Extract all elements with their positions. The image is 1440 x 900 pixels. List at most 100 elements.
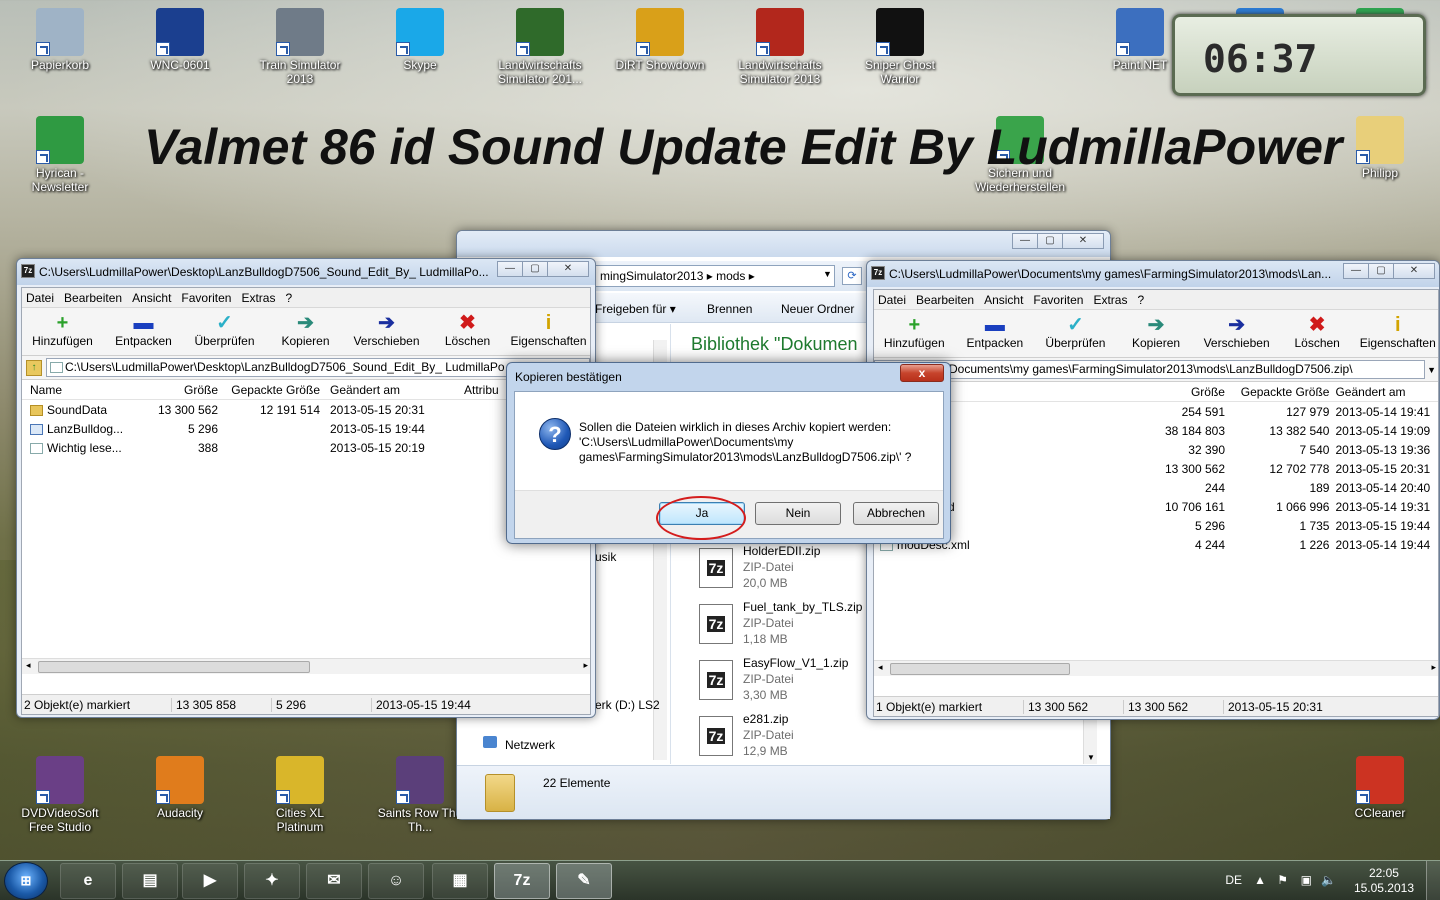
close-button[interactable]: ✕ [547, 261, 589, 277]
desktop-shortcut[interactable]: Train Simulator 2013 [254, 8, 346, 86]
extract-button[interactable]: ▬ Entpacken [955, 314, 1036, 357]
close-button[interactable]: ✕ [1062, 233, 1104, 249]
action-center-icon[interactable]: ⚑ [1277, 873, 1288, 887]
dialog-close-button[interactable]: x [900, 364, 944, 382]
desktop-shortcut[interactable]: DVDVideoSoft Free Studio [14, 756, 106, 834]
maximize-button[interactable]: ▢ [1037, 233, 1063, 249]
taskbar-button[interactable]: ▶ [182, 863, 238, 899]
refresh-button[interactable]: ⟳ [842, 267, 862, 285]
taskbar-button[interactable]: ✎ [556, 863, 612, 899]
clock-gadget[interactable]: 06:37 [1172, 14, 1426, 96]
taskbar-button[interactable]: ▦ [432, 863, 488, 899]
menu-item[interactable]: ? [1137, 293, 1144, 307]
menu-item[interactable]: Bearbeiten [64, 291, 122, 305]
table-row[interactable]: 32 390 7 540 2013-05-13 19:36 [874, 440, 1438, 459]
close-button[interactable]: ✕ [1393, 263, 1435, 279]
add-button[interactable]: + Hinzufügen [874, 314, 955, 357]
desktop-shortcut[interactable]: Audacity [134, 756, 226, 820]
desktop-shortcut[interactable]: WNC-0601 [134, 8, 226, 72]
taskbar-button[interactable]: ▤ [122, 863, 178, 899]
menu-item[interactable]: Ansicht [984, 293, 1023, 307]
share-with-button[interactable]: Freigeben für ▾ [595, 302, 676, 316]
horizontal-scrollbar[interactable]: ◂ ▸ [874, 660, 1438, 676]
burn-button[interactable]: Brennen [707, 302, 752, 316]
properties-button[interactable]: i Eigenschaften [1357, 314, 1438, 357]
column-modified[interactable]: Geändert am [1329, 385, 1438, 399]
column-name[interactable]: Name [22, 383, 140, 397]
breadcrumb-dropdown-button[interactable]: ▼ [823, 269, 832, 279]
table-row[interactable]: ta254 591127 9792013-05-14 19:41 [874, 402, 1438, 421]
nav-item-music[interactable]: usik [595, 550, 616, 564]
maximize-button[interactable]: ▢ [522, 261, 548, 277]
address-field[interactable]: mmillaPower\Documents\my games\FarmingSi… [874, 360, 1426, 379]
delete-button[interactable]: ✖ Löschen [1277, 314, 1358, 357]
table-row[interactable]: dogD7506.i3d10 706 1611 066 9962013-05-1… [874, 497, 1438, 516]
taskbar-button[interactable]: ✦ [244, 863, 300, 899]
volume-icon[interactable]: 🔈 [1321, 873, 1336, 887]
menu-item[interactable]: Ansicht [132, 291, 171, 305]
column-packed[interactable]: Gepackte Größe [218, 383, 320, 397]
start-button[interactable]: ⊞ [4, 862, 48, 900]
explorer-breadcrumb[interactable]: mingSimulator2013 ▸ mods ▸ [595, 265, 835, 287]
delete-button[interactable]: ✖ Löschen [427, 312, 508, 355]
desktop-shortcut[interactable]: Sniper Ghost Warrior [854, 8, 946, 86]
taskbar-clock[interactable]: 22:05 15.05.2013 [1354, 866, 1414, 896]
desktop-shortcut[interactable]: CCleaner [1334, 756, 1426, 820]
menu-item[interactable]: Favoriten [1033, 293, 1083, 307]
add-button[interactable]: + Hinzufügen [22, 312, 103, 355]
desktop-shortcut[interactable]: Skype [374, 8, 466, 72]
minimize-button[interactable]: — [497, 261, 523, 277]
new-folder-button[interactable]: Neuer Ordner [781, 302, 854, 316]
menu-item[interactable]: Favoriten [181, 291, 231, 305]
desktop-shortcut[interactable]: Hyrican - Newsletter [14, 116, 106, 194]
horizontal-scrollbar[interactable]: ◂ ▸ [22, 658, 590, 674]
test-button[interactable]: ✓ Überprüfen [184, 312, 265, 355]
desktop-shortcut[interactable]: Landwirtschafts Simulator 201... [494, 8, 586, 86]
minimize-button[interactable]: — [1343, 263, 1369, 279]
column-size[interactable]: Größe [140, 383, 218, 397]
table-row[interactable]: SoundData 13 300 562 12 191 514 2013-05-15 … [22, 400, 590, 419]
table-row[interactable]: a13 300 56212 702 7782013-05-15 20:31 [874, 459, 1438, 478]
table-row[interactable]: a38 184 80313 382 5402013-05-14 19:09 [874, 421, 1438, 440]
desktop-shortcut[interactable]: Philipp [1334, 116, 1426, 180]
properties-button[interactable]: i Eigenschaften [508, 312, 589, 355]
desktop-shortcut[interactable]: Cities XL Platinum [254, 756, 346, 834]
extract-button[interactable]: ▬ Entpacken [103, 312, 184, 355]
menu-item[interactable]: Datei [878, 293, 906, 307]
copy-button[interactable]: ➔ Kopieren [1116, 314, 1197, 357]
move-button[interactable]: ➔ Verschieben [346, 312, 427, 355]
desktop-shortcut[interactable]: Landwirtschafts Simulator 2013 [734, 8, 826, 86]
right-7zip-window[interactable]: 7z C:\Users\LudmillaPower\Documents\my g… [866, 260, 1440, 720]
menu-item[interactable]: Datei [26, 291, 54, 305]
desktop-shortcut[interactable]: Papierkorb [14, 8, 106, 72]
nav-item-network[interactable]: Netzwerk [505, 738, 555, 752]
network-tray-icon[interactable]: ▣ [1301, 873, 1312, 887]
maximize-button[interactable]: ▢ [1368, 263, 1394, 279]
show-desktop-button[interactable] [1426, 861, 1440, 900]
menu-item[interactable]: Extras [241, 291, 275, 305]
column-modified[interactable]: Geändert am [320, 383, 460, 397]
column-packed[interactable]: Gepackte Größe [1225, 385, 1330, 399]
language-indicator[interactable]: DE [1225, 873, 1242, 887]
taskbar-button[interactable]: ☺ [368, 863, 424, 899]
minimize-button[interactable]: — [1012, 233, 1038, 249]
desktop-shortcut[interactable]: Saints Row The Th... [374, 756, 466, 834]
menu-item[interactable]: ? [285, 291, 292, 305]
menu-item[interactable]: Bearbeiten [916, 293, 974, 307]
taskbar-button[interactable]: e [60, 863, 116, 899]
address-dropdown-icon[interactable]: ▼ [1427, 365, 1436, 375]
show-hidden-icons-icon[interactable]: ▲ [1254, 873, 1266, 887]
move-button[interactable]: ➔ Verschieben [1196, 314, 1277, 357]
table-row[interactable]: 244 189 2013-05-14 20:40 [874, 478, 1438, 497]
taskbar-button[interactable]: ✉ [306, 863, 362, 899]
table-row[interactable]: Wichtig lese... 388 2013-05-15 20:19 [22, 438, 590, 457]
table-row[interactable]: ogD7506.xml5 2961 7352013-05-15 19:44 [874, 516, 1438, 535]
table-row[interactable]: modDesc.xml 4 244 1 226 2013-05-14 19:44 [874, 535, 1438, 554]
taskbar-button[interactable]: 7z [494, 863, 550, 899]
menu-item[interactable]: Extras [1093, 293, 1127, 307]
desktop-shortcut[interactable]: DiRT Showdown [614, 8, 706, 72]
column-size[interactable]: Größe [992, 385, 1225, 399]
no-button[interactable]: Nein [755, 502, 841, 525]
copy-button[interactable]: ➔ Kopieren [265, 312, 346, 355]
cancel-button[interactable]: Abbrechen [853, 502, 939, 525]
